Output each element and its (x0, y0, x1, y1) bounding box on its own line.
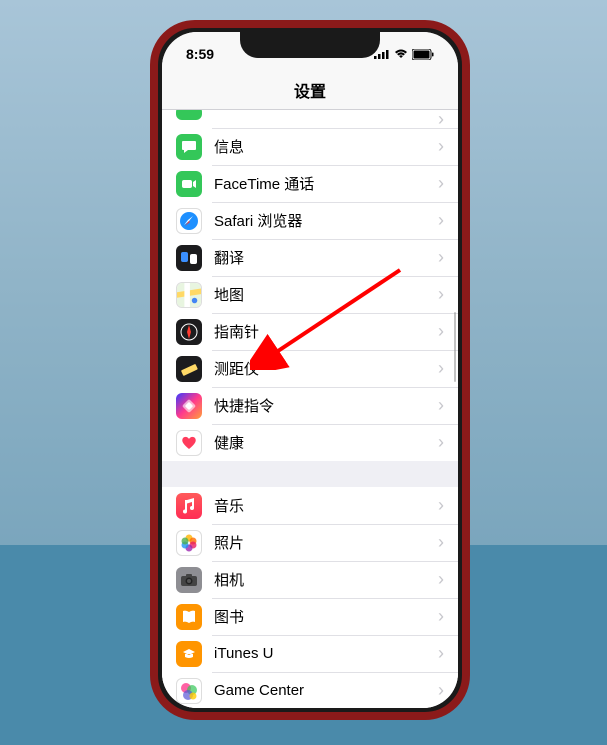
messages-icon (176, 134, 202, 160)
chevron-icon: › (438, 680, 444, 701)
translate-icon (176, 245, 202, 271)
maps-row[interactable]: 地图 › (162, 276, 458, 313)
chevron-icon: › (438, 136, 444, 157)
chevron-icon: › (438, 495, 444, 516)
chevron-icon: › (438, 110, 444, 130)
partial-icon (176, 110, 202, 120)
chevron-icon: › (438, 358, 444, 379)
chevron-icon: › (438, 643, 444, 664)
itunesu-row[interactable]: iTunes U › (162, 635, 458, 672)
row-label: 地图 (214, 284, 438, 305)
row-label: 翻译 (214, 247, 438, 268)
compass-row[interactable]: 指南针 › (162, 313, 458, 350)
section-apps: › 信息 › FaceTime 通话 › (162, 110, 458, 461)
partial-row[interactable]: › (162, 110, 458, 128)
books-row[interactable]: 图书 › (162, 598, 458, 635)
row-label: FaceTime 通话 (214, 173, 438, 194)
row-label: 测距仪 (214, 358, 438, 379)
gamecenter-row[interactable]: Game Center › (162, 672, 458, 708)
chevron-icon: › (438, 247, 444, 268)
compass-icon (176, 319, 202, 345)
itunesu-icon (176, 641, 202, 667)
music-icon (176, 493, 202, 519)
page-title: 设置 (294, 78, 326, 102)
photos-row[interactable]: 照片 › (162, 524, 458, 561)
row-label: Game Center (214, 682, 438, 699)
chevron-icon: › (438, 173, 444, 194)
row-label: 指南针 (214, 321, 438, 342)
chevron-icon: › (438, 284, 444, 305)
books-icon (176, 604, 202, 630)
chevron-icon: › (438, 432, 444, 453)
chevron-icon: › (438, 210, 444, 231)
messages-row[interactable]: 信息 › (162, 128, 458, 165)
status-icons (374, 43, 434, 60)
gamecenter-icon (176, 678, 202, 704)
chevron-icon: › (438, 321, 444, 342)
safari-row[interactable]: Safari 浏览器 › (162, 202, 458, 239)
battery-icon (412, 49, 434, 60)
facetime-icon (176, 171, 202, 197)
phone-frame: 8:59 设置 (150, 20, 470, 720)
health-row[interactable]: 健康 › (162, 424, 458, 461)
camera-row[interactable]: 相机 › (162, 561, 458, 598)
row-label: Safari 浏览器 (214, 210, 438, 231)
chevron-icon: › (438, 569, 444, 590)
nav-header: 设置 (162, 70, 458, 110)
row-label: 健康 (214, 432, 438, 453)
music-row[interactable]: 音乐 › (162, 487, 458, 524)
photos-icon (176, 530, 202, 556)
settings-list[interactable]: › 信息 › FaceTime 通话 › (162, 110, 458, 708)
measure-icon (176, 356, 202, 382)
maps-icon (176, 282, 202, 308)
chevron-icon: › (438, 395, 444, 416)
health-icon (176, 430, 202, 456)
translate-row[interactable]: 翻译 › (162, 239, 458, 276)
shortcuts-row[interactable]: 快捷指令 › (162, 387, 458, 424)
row-label: 照片 (214, 532, 438, 553)
row-label: iTunes U (214, 645, 438, 662)
chevron-icon: › (438, 606, 444, 627)
row-label: 相机 (214, 569, 438, 590)
row-label: 图书 (214, 606, 438, 627)
phone-screen: 8:59 设置 (162, 32, 458, 708)
safari-icon (176, 208, 202, 234)
camera-icon (176, 567, 202, 593)
wifi-icon (394, 49, 408, 59)
status-time: 8:59 (186, 40, 214, 62)
facetime-row[interactable]: FaceTime 通话 › (162, 165, 458, 202)
notch (240, 32, 380, 58)
section-media: 音乐 › 照片 › (162, 487, 458, 708)
row-label: 快捷指令 (214, 395, 438, 416)
row-label: 信息 (214, 136, 438, 157)
scroll-indicator[interactable] (454, 312, 457, 382)
measure-row[interactable]: 测距仪 › (162, 350, 458, 387)
row-label: 音乐 (214, 495, 438, 516)
shortcuts-icon (176, 393, 202, 419)
chevron-icon: › (438, 532, 444, 553)
